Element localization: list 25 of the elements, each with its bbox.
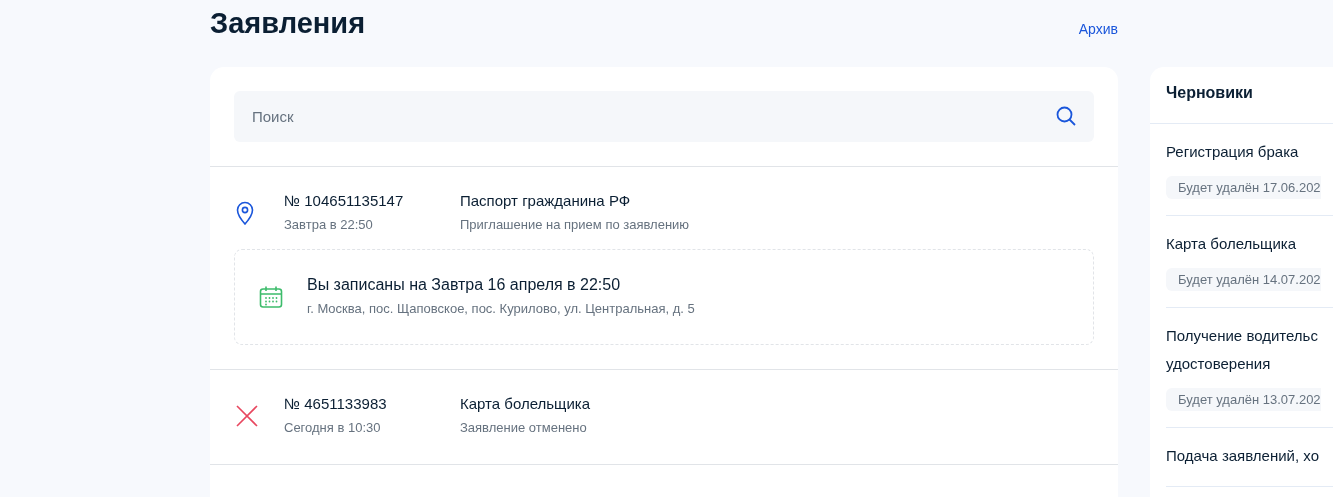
appointment-text: Вы записаны на Завтра 16 апреля в 22:50	[307, 275, 622, 295]
deletion-date-tag: Будет удалён 13.07.202	[1166, 388, 1321, 411]
drafts-title: Черновики	[1150, 67, 1333, 124]
cross-icon	[236, 405, 258, 427]
service-name[interactable]: Паспорт гражданина РФ	[460, 191, 690, 211]
deletion-date-tag: Будет удалён 14.07.202	[1166, 268, 1321, 291]
appointment-address: г. Москва, пос. Щаповское, пос. Курилово, ул. Центральная, д. 5	[307, 300, 695, 318]
calendar-icon	[259, 285, 283, 309]
service-name[interactable]: Карта болельщика	[460, 394, 591, 414]
search-field[interactable]: Поиск	[234, 91, 1094, 142]
draft-name[interactable]: Подача заявлений, хо	[1166, 442, 1333, 470]
draft-name[interactable]: Получение водительс удостоверения	[1166, 322, 1333, 378]
location-pin-icon	[236, 201, 254, 225]
page-title: Заявления	[210, 6, 366, 41]
draft-name[interactable]: Регистрация брака	[1166, 138, 1333, 166]
draft-name[interactable]: Карта болельщика	[1166, 230, 1333, 258]
application-status: Заявление отменено	[460, 419, 588, 437]
archive-link[interactable]: Архив	[1078, 21, 1118, 37]
application-time: Завтра в 22:50	[284, 216, 374, 234]
search-icon[interactable]	[1056, 106, 1076, 126]
application-status: Приглашение на прием по заявлению	[460, 216, 690, 234]
deletion-date-tag: Будет удалён 17.06.202	[1166, 176, 1321, 199]
application-time: Сегодня в 10:30	[284, 419, 382, 437]
application-number[interactable]: № 104651135147	[284, 191, 460, 211]
application-number[interactable]: № 4651133983	[284, 394, 460, 414]
